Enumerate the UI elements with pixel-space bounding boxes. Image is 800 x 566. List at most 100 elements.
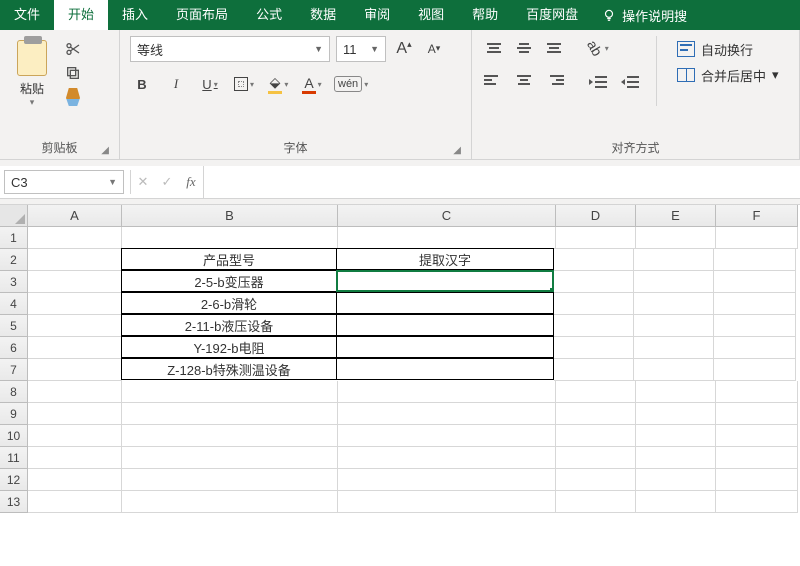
- name-box[interactable]: C3 ▼: [4, 170, 124, 194]
- tab-baidu-netdisk[interactable]: 百度网盘: [512, 0, 592, 30]
- cell-D8[interactable]: [556, 381, 636, 403]
- cell-F5[interactable]: [714, 315, 796, 337]
- row-header-10[interactable]: 10: [0, 425, 28, 447]
- tab-insert[interactable]: 插入: [108, 0, 162, 30]
- cell-A1[interactable]: [28, 227, 122, 249]
- cell-B1[interactable]: [122, 227, 338, 249]
- col-header-C[interactable]: C: [338, 205, 556, 227]
- row-header-5[interactable]: 5: [0, 315, 28, 337]
- align-top-button[interactable]: [482, 36, 506, 60]
- cell-D6[interactable]: [554, 337, 634, 359]
- phonetic-button[interactable]: wén▾: [334, 72, 368, 96]
- decrease-indent-button[interactable]: [586, 70, 610, 94]
- cell-B7[interactable]: Z-128-b特殊测温设备: [121, 358, 337, 380]
- italic-button[interactable]: I: [164, 72, 188, 96]
- cell-B5[interactable]: 2-11-b液压设备: [121, 314, 337, 336]
- wrap-text-button[interactable]: 自动换行: [671, 36, 785, 62]
- cell-E1[interactable]: [636, 227, 716, 249]
- cell-B12[interactable]: [122, 469, 338, 491]
- cell-C5[interactable]: [336, 314, 554, 336]
- cell-F7[interactable]: [714, 359, 796, 381]
- cell-A7[interactable]: [28, 359, 122, 381]
- cell-E5[interactable]: [634, 315, 714, 337]
- row-header-1[interactable]: 1: [0, 227, 28, 249]
- border-button[interactable]: ▾: [232, 72, 256, 96]
- cell-D10[interactable]: [556, 425, 636, 447]
- bold-button[interactable]: B: [130, 72, 154, 96]
- copy-button[interactable]: [64, 64, 82, 82]
- clipboard-launcher[interactable]: ◢: [101, 140, 109, 162]
- cell-B4[interactable]: 2-6-b滑轮: [121, 292, 337, 314]
- paste-button[interactable]: 粘贴 ▾: [10, 36, 54, 108]
- cell-B2[interactable]: 产品型号: [121, 248, 337, 270]
- merge-center-button[interactable]: 合并后居中 ▾: [671, 62, 785, 88]
- cell-C2[interactable]: 提取汉字: [336, 248, 554, 270]
- cell-E13[interactable]: [636, 491, 716, 513]
- select-all-corner[interactable]: [0, 205, 28, 227]
- cell-E2[interactable]: [634, 249, 714, 271]
- cell-C8[interactable]: [338, 381, 556, 403]
- cell-F4[interactable]: [714, 293, 796, 315]
- cell-C3[interactable]: [336, 270, 554, 292]
- format-painter-button[interactable]: [64, 88, 82, 106]
- row-header-6[interactable]: 6: [0, 337, 28, 359]
- cell-F2[interactable]: [714, 249, 796, 271]
- row-header-4[interactable]: 4: [0, 293, 28, 315]
- cell-F10[interactable]: [716, 425, 798, 447]
- align-middle-button[interactable]: [512, 36, 536, 60]
- cell-E8[interactable]: [636, 381, 716, 403]
- tab-home[interactable]: 开始: [54, 0, 108, 30]
- cell-F9[interactable]: [716, 403, 798, 425]
- align-right-button[interactable]: [542, 68, 566, 92]
- row-header-2[interactable]: 2: [0, 249, 28, 271]
- decrease-font-button[interactable]: A: [422, 37, 446, 61]
- cell-E12[interactable]: [636, 469, 716, 491]
- align-left-button[interactable]: [482, 68, 506, 92]
- cell-D7[interactable]: [554, 359, 634, 381]
- cell-B13[interactable]: [122, 491, 338, 513]
- insert-function-button[interactable]: fx: [179, 170, 203, 194]
- tab-page-layout[interactable]: 页面布局: [162, 0, 242, 30]
- col-header-B[interactable]: B: [122, 205, 338, 227]
- cell-E4[interactable]: [634, 293, 714, 315]
- cell-A8[interactable]: [28, 381, 122, 403]
- cell-B10[interactable]: [122, 425, 338, 447]
- cell-E10[interactable]: [636, 425, 716, 447]
- cell-A6[interactable]: [28, 337, 122, 359]
- font-color-button[interactable]: A▾: [300, 72, 324, 96]
- cell-F6[interactable]: [714, 337, 796, 359]
- cell-B6[interactable]: Y-192-b电阻: [121, 336, 337, 358]
- cell-F11[interactable]: [716, 447, 798, 469]
- cell-E6[interactable]: [634, 337, 714, 359]
- cell-A12[interactable]: [28, 469, 122, 491]
- tab-formula[interactable]: 公式: [242, 0, 296, 30]
- col-header-F[interactable]: F: [716, 205, 798, 227]
- cell-A13[interactable]: [28, 491, 122, 513]
- cell-D5[interactable]: [554, 315, 634, 337]
- tell-me[interactable]: 操作说明搜: [602, 6, 687, 25]
- cell-D13[interactable]: [556, 491, 636, 513]
- cell-F3[interactable]: [714, 271, 796, 293]
- cell-D9[interactable]: [556, 403, 636, 425]
- col-header-E[interactable]: E: [636, 205, 716, 227]
- row-header-3[interactable]: 3: [0, 271, 28, 293]
- cell-C1[interactable]: [338, 227, 556, 249]
- increase-indent-button[interactable]: [618, 70, 642, 94]
- cell-B3[interactable]: 2-5-b变压器: [121, 270, 337, 292]
- cell-A10[interactable]: [28, 425, 122, 447]
- cell-C6[interactable]: [336, 336, 554, 358]
- cell-E9[interactable]: [636, 403, 716, 425]
- cut-button[interactable]: [64, 40, 82, 58]
- cell-C13[interactable]: [338, 491, 556, 513]
- row-header-13[interactable]: 13: [0, 491, 28, 513]
- fill-color-button[interactable]: ⬙▾: [266, 72, 290, 96]
- cell-A2[interactable]: [28, 249, 122, 271]
- orientation-button[interactable]: ab▾: [586, 36, 610, 60]
- cell-A11[interactable]: [28, 447, 122, 469]
- align-bottom-button[interactable]: [542, 36, 566, 60]
- cell-D4[interactable]: [554, 293, 634, 315]
- row-header-11[interactable]: 11: [0, 447, 28, 469]
- cell-A3[interactable]: [28, 271, 122, 293]
- row-header-8[interactable]: 8: [0, 381, 28, 403]
- cell-C12[interactable]: [338, 469, 556, 491]
